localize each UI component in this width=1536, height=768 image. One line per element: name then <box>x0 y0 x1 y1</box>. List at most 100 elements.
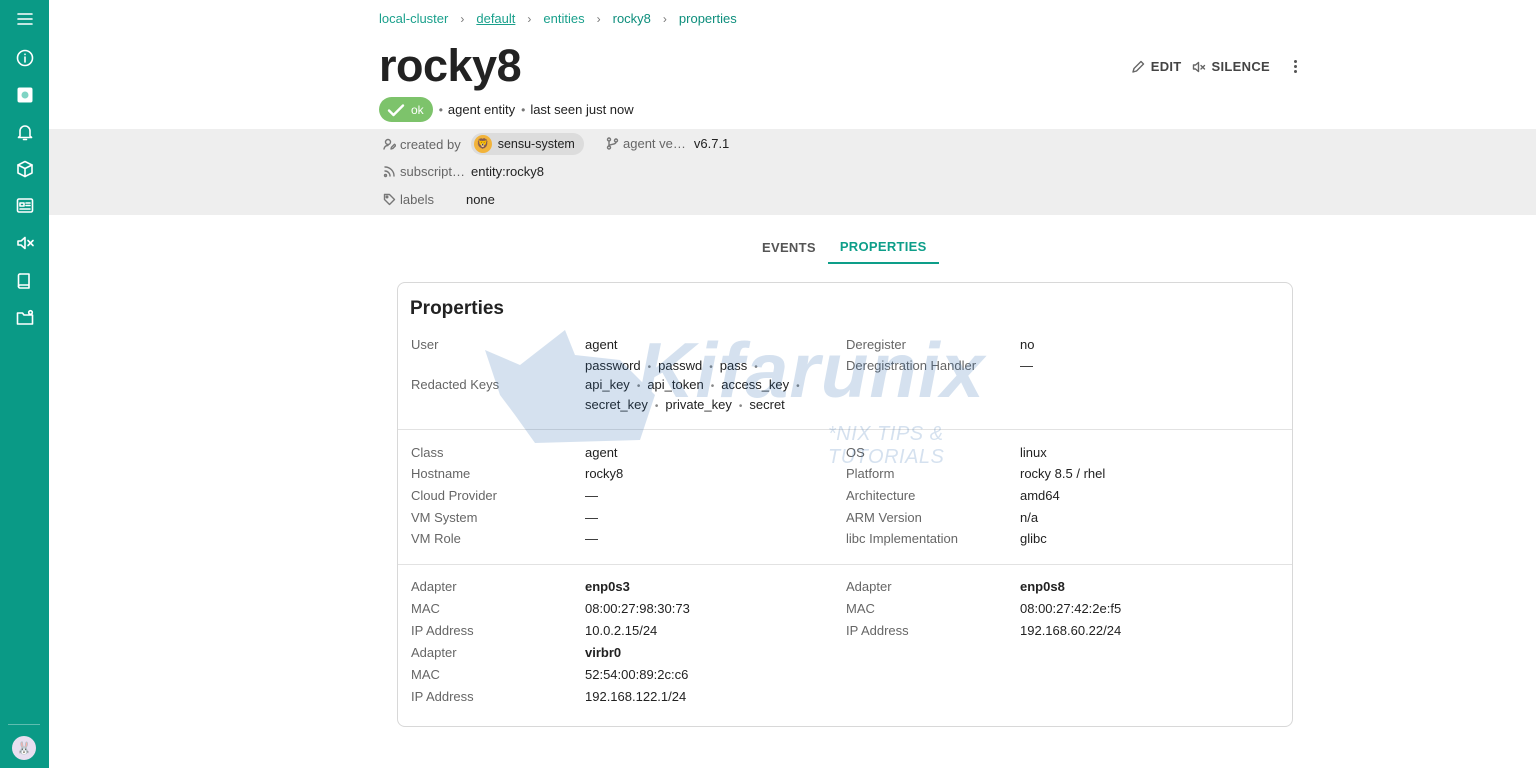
redacted-key: pass <box>719 358 748 373</box>
adapter-value: virbr0 <box>585 645 622 660</box>
sidebar-item-configuration[interactable] <box>0 303 49 333</box>
meta-subscriptions: subscript… entity:rocky8 <box>383 164 544 179</box>
mac-value: 52:54:00:89:2c:c6 <box>585 667 689 682</box>
adapter-label: Adapter <box>846 579 892 594</box>
vm-system-label: VM System <box>411 510 478 525</box>
entity-type: agent entity <box>447 102 516 117</box>
deregistration-handler-value: — <box>1020 358 1033 373</box>
mac-label: MAC <box>411 601 440 616</box>
info-icon <box>16 49 33 67</box>
deregister-value: no <box>1020 337 1035 352</box>
platform-value: rocky 8.5 / rhel <box>1020 466 1106 481</box>
adapter-value: enp0s3 <box>585 579 630 594</box>
libc-label: libc Implementation <box>846 531 958 546</box>
class-value: agent <box>585 445 618 460</box>
tab-properties[interactable]: PROPERTIES <box>827 230 939 264</box>
sidebar-item-checks[interactable] <box>0 191 49 221</box>
deregister-label: Deregister <box>846 337 906 352</box>
subscriptions-label: subscript… <box>400 164 466 179</box>
breadcrumb-entity[interactable]: rocky8 <box>613 11 651 26</box>
sidebar-item-dashboard[interactable] <box>0 80 49 110</box>
tab-events[interactable]: EVENTS <box>750 230 828 264</box>
user-value: agent <box>585 337 618 352</box>
entity-status-row: ok • agent entity • last seen just now <box>379 97 634 122</box>
branch-icon <box>606 137 619 150</box>
hostname-label: Hostname <box>411 466 471 481</box>
sidebar: 🐰 <box>0 0 49 768</box>
ip-address-value: 192.168.60.22/24 <box>1020 623 1122 638</box>
breadcrumb-namespace[interactable]: default <box>476 11 515 26</box>
redacted-key: api_key <box>585 377 630 392</box>
arm-version-value: n/a <box>1020 510 1039 525</box>
meta-created-by: created by 🦁 sensu-system <box>383 133 584 155</box>
book-icon <box>17 273 30 289</box>
libc-value: glibc <box>1020 531 1047 546</box>
vm-role-label: VM Role <box>411 531 461 546</box>
section-divider <box>398 564 1292 565</box>
redacted-key: access_key <box>721 377 790 392</box>
sidebar-item-entities[interactable] <box>0 154 49 184</box>
ip-address-label: IP Address <box>411 623 474 638</box>
properties-card: Properties User agent Redacted Keys pass… <box>397 282 1293 727</box>
mac-value: 08:00:27:98:30:73 <box>585 601 690 616</box>
redacted-key: secret_key <box>585 397 648 412</box>
sidebar-divider <box>8 724 40 725</box>
architecture-label: Architecture <box>846 488 916 503</box>
menu-button[interactable] <box>0 4 49 34</box>
creator-avatar: 🦁 <box>473 135 492 153</box>
user-label: User <box>411 337 439 352</box>
mac-value: 08:00:27:42:2e:f5 <box>1020 601 1122 616</box>
meta-agent-version: agent ve… v6.7.1 <box>606 136 729 151</box>
mute-icon <box>16 236 34 250</box>
deregistration-handler-label: Deregistration Handler <box>846 358 977 373</box>
edit-label: EDIT <box>1150 59 1182 74</box>
adapter-label: Adapter <box>411 579 457 594</box>
ip-address-label: IP Address <box>846 623 909 638</box>
sidebar-item-info[interactable] <box>0 43 49 73</box>
sidebar-item-handlers[interactable] <box>0 266 49 296</box>
redacted-keys-label: Redacted Keys <box>411 377 500 392</box>
creator-name: sensu-system <box>497 137 575 151</box>
toolbar: EDIT SILENCE <box>1121 59 1300 74</box>
silence-button[interactable]: SILENCE <box>1192 59 1270 74</box>
redacted-key: secret <box>749 397 785 412</box>
creator-chip[interactable]: 🦁 sensu-system <box>470 133 584 155</box>
ip-address-value: 192.168.122.1/24 <box>585 689 687 704</box>
tag-icon <box>383 193 396 206</box>
created-by-label: created by <box>400 136 461 152</box>
mute-icon <box>1192 61 1205 72</box>
cloud-provider-value: — <box>585 488 598 503</box>
redacted-keys-line-1: password • passwd • pass • <box>585 358 758 373</box>
breadcrumb-cluster[interactable]: local-cluster <box>379 11 448 26</box>
redacted-keys-line-3: secret_key • private_key • secret <box>585 397 785 412</box>
section-divider <box>398 429 1292 430</box>
page-title: rocky8 <box>379 40 522 91</box>
rss-icon <box>383 166 395 178</box>
silence-label: SILENCE <box>1211 59 1270 74</box>
edit-button[interactable]: EDIT <box>1131 59 1182 74</box>
sidebar-item-events[interactable] <box>0 117 49 147</box>
meta-labels: labels none <box>383 192 495 207</box>
breadcrumb-entities[interactable]: entities <box>543 11 584 26</box>
mac-label: MAC <box>846 601 875 616</box>
user-avatar[interactable]: 🐰 <box>12 736 36 760</box>
hostname-value: rocky8 <box>585 466 624 481</box>
subscriptions-value: entity:rocky8 <box>471 164 545 179</box>
redacted-key: private_key <box>665 397 732 412</box>
last-seen: last seen just now <box>530 102 634 117</box>
check-icon <box>387 103 405 116</box>
breadcrumb: local-cluster › default › entities › roc… <box>379 11 737 26</box>
labels-value: none <box>465 192 495 207</box>
dashboard-icon <box>17 87 32 103</box>
agent-version-label: agent ve… <box>623 136 686 151</box>
breadcrumb-separator: › <box>527 11 532 26</box>
folder-icon <box>16 309 33 325</box>
status-text: ok <box>411 102 424 117</box>
more-options-button[interactable] <box>1290 60 1300 73</box>
os-value: linux <box>1020 445 1047 460</box>
sidebar-item-silences[interactable] <box>0 228 49 258</box>
checks-icon <box>16 198 33 213</box>
arm-version-label: ARM Version <box>846 510 922 525</box>
card-title: Properties <box>410 298 504 319</box>
class-label: Class <box>411 445 444 460</box>
